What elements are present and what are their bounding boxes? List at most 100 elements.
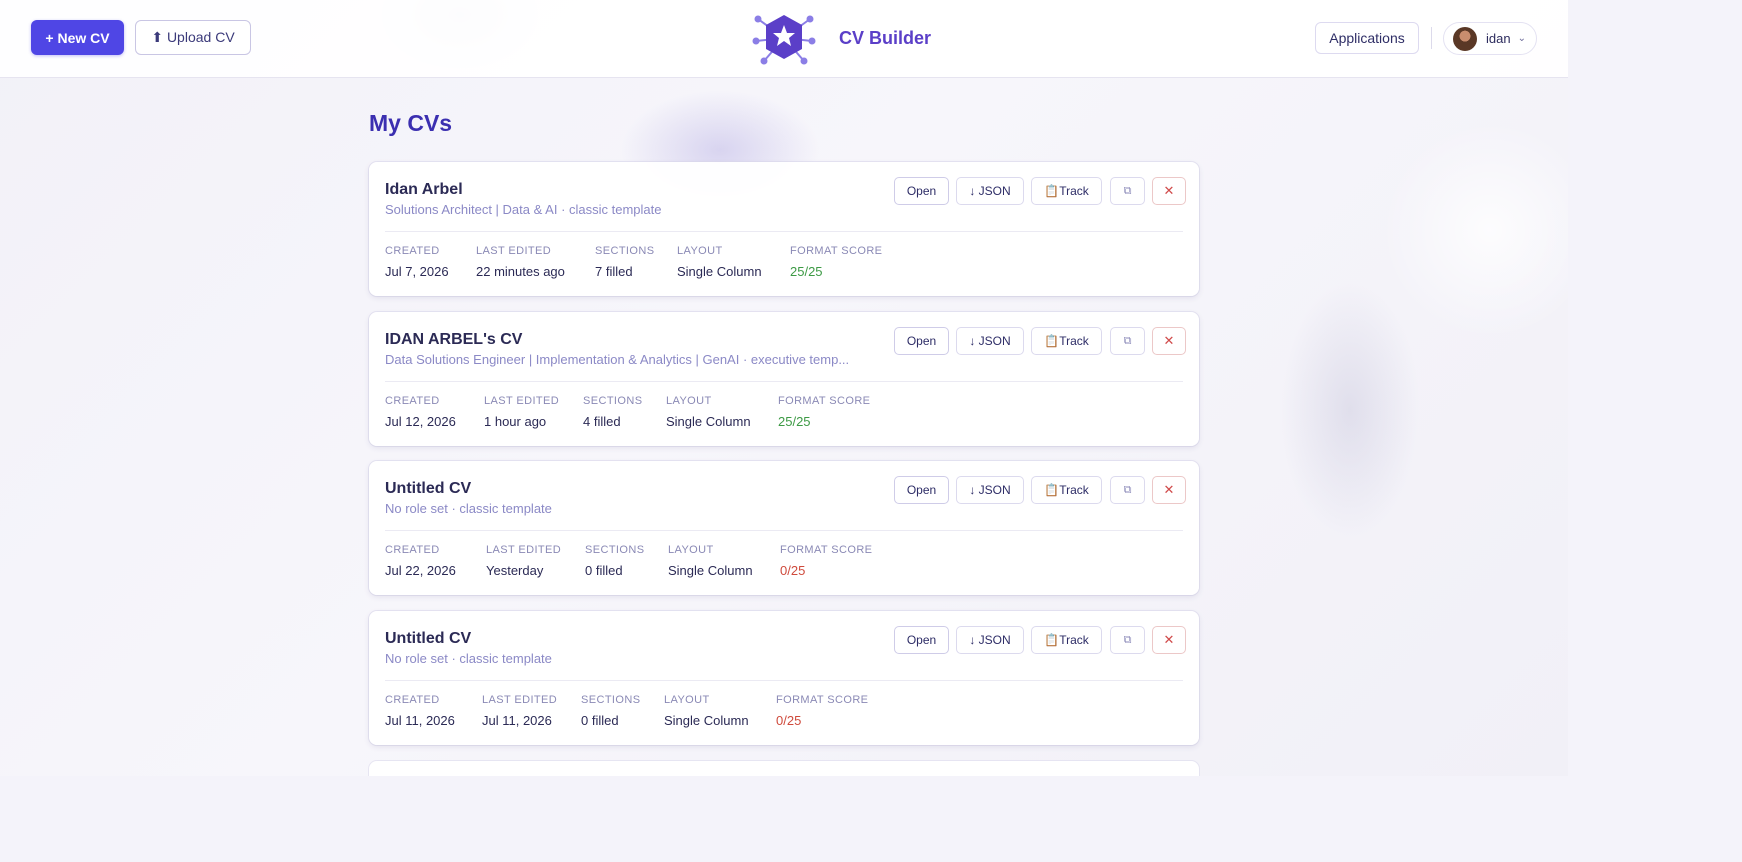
duplicate-icon[interactable]: ⧉ bbox=[1110, 177, 1145, 205]
meta-label: CREATED bbox=[385, 245, 440, 257]
download-json-button[interactable]: ↓ JSON bbox=[956, 177, 1024, 205]
meta-last-edited: LAST EDITED 1 hour ago bbox=[484, 395, 559, 429]
meta-label: LAYOUT bbox=[677, 245, 723, 257]
meta-label: FORMAT SCORE bbox=[776, 694, 869, 706]
meta-format-score: FORMAT SCORE 0/25 bbox=[776, 694, 868, 728]
download-json-button[interactable]: ↓ JSON bbox=[956, 327, 1024, 355]
download-json-button[interactable]: ↓ JSON bbox=[956, 476, 1024, 504]
format-score-value: 0/25 bbox=[776, 713, 802, 728]
cv-card[interactable]: Untitled CV No role set · classic templa… bbox=[369, 461, 1199, 595]
meta-sections: SECTIONS 0 filled bbox=[581, 694, 640, 728]
meta-label: LAYOUT bbox=[664, 694, 710, 706]
divider bbox=[385, 680, 1183, 681]
duplicate-icon[interactable]: ⧉ bbox=[1110, 626, 1145, 654]
meta-label: CREATED bbox=[385, 544, 440, 556]
duplicate-icon[interactable]: ⧉ bbox=[1110, 476, 1145, 504]
new-cv-button[interactable]: + New CV bbox=[31, 20, 124, 55]
meta-created: CREATED Jul 7, 2026 bbox=[385, 245, 449, 279]
top-bar: + New CV ⬆ Upload CV CV Builder Applicat… bbox=[0, 0, 1568, 78]
meta-label: SECTIONS bbox=[585, 544, 645, 556]
divider bbox=[385, 530, 1183, 531]
meta-sections: SECTIONS 0 filled bbox=[585, 544, 644, 578]
background-glow bbox=[1380, 120, 1568, 340]
background-glow bbox=[1280, 280, 1420, 540]
brand-name[interactable]: CV Builder bbox=[839, 28, 931, 49]
meta-value: 22 minutes ago bbox=[476, 264, 565, 279]
meta-created: CREATED Jul 12, 2026 bbox=[385, 395, 456, 429]
cv-card[interactable]: Untitled CV No role set · classic templa… bbox=[369, 611, 1199, 745]
app-viewport: + New CV ⬆ Upload CV CV Builder Applicat… bbox=[0, 0, 1568, 776]
cv-card[interactable]: Idan Arbel Solutions Architect | Data & … bbox=[369, 162, 1199, 296]
track-button[interactable]: 📋Track bbox=[1031, 327, 1102, 355]
track-button[interactable]: 📋Track bbox=[1031, 626, 1102, 654]
open-button[interactable]: Open bbox=[894, 626, 949, 654]
delete-icon[interactable]: ✕ bbox=[1152, 177, 1186, 205]
divider bbox=[385, 381, 1183, 382]
meta-value: Single Column bbox=[668, 563, 753, 578]
meta-layout: LAYOUT Single Column bbox=[668, 544, 753, 578]
track-button[interactable]: 📋Track bbox=[1031, 177, 1102, 205]
meta-sections: SECTIONS 7 filled bbox=[595, 245, 654, 279]
meta-last-edited: LAST EDITED 22 minutes ago bbox=[476, 245, 565, 279]
user-name: idan bbox=[1486, 31, 1511, 46]
meta-layout: LAYOUT Single Column bbox=[677, 245, 762, 279]
meta-value: Yesterday bbox=[486, 563, 544, 578]
meta-format-score: FORMAT SCORE 25/25 bbox=[778, 395, 870, 429]
meta-label: CREATED bbox=[385, 694, 440, 706]
meta-value: 0 filled bbox=[585, 563, 623, 578]
cv-subtitle: Solutions Architect | Data & AI · classi… bbox=[385, 202, 662, 217]
meta-label: LAYOUT bbox=[668, 544, 714, 556]
open-button[interactable]: Open bbox=[894, 327, 949, 355]
cv-title[interactable]: IDAN ARBEL's CV bbox=[385, 331, 522, 349]
format-score-value: 0/25 bbox=[780, 563, 806, 578]
header-divider bbox=[1431, 27, 1432, 49]
cv-title[interactable]: Untitled CV bbox=[385, 630, 471, 648]
meta-last-edited: LAST EDITED Jul 11, 2026 bbox=[482, 694, 557, 728]
cv-subtitle: Data Solutions Engineer | Implementation… bbox=[385, 352, 850, 367]
meta-label: FORMAT SCORE bbox=[790, 245, 883, 257]
cv-card[interactable]: IDAN ARBEL's CV Data Solutions Engineer … bbox=[369, 312, 1199, 446]
meta-format-score: FORMAT SCORE 25/25 bbox=[790, 245, 882, 279]
meta-label: LAYOUT bbox=[666, 395, 712, 407]
download-json-button[interactable]: ↓ JSON bbox=[956, 626, 1024, 654]
open-button[interactable]: Open bbox=[894, 177, 949, 205]
meta-label: SECTIONS bbox=[583, 395, 643, 407]
cv-title[interactable]: Idan Arbel bbox=[385, 181, 463, 199]
cv-builder-logo-icon bbox=[752, 15, 816, 65]
meta-last-edited: LAST EDITED Yesterday bbox=[486, 544, 561, 578]
meta-label: FORMAT SCORE bbox=[778, 395, 871, 407]
upload-cv-button[interactable]: ⬆ Upload CV bbox=[135, 20, 251, 55]
meta-value: 4 filled bbox=[583, 414, 621, 429]
meta-value: Single Column bbox=[677, 264, 762, 279]
meta-value: Jul 11, 2026 bbox=[385, 713, 455, 728]
track-button[interactable]: 📋Track bbox=[1031, 476, 1102, 504]
avatar bbox=[1453, 26, 1477, 51]
delete-icon[interactable]: ✕ bbox=[1152, 626, 1186, 654]
meta-value: Jul 11, 2026 bbox=[482, 713, 552, 728]
delete-icon[interactable]: ✕ bbox=[1152, 476, 1186, 504]
duplicate-icon[interactable]: ⧉ bbox=[1110, 327, 1145, 355]
meta-created: CREATED Jul 22, 2026 bbox=[385, 544, 456, 578]
meta-label: LAST EDITED bbox=[482, 694, 558, 706]
meta-label: FORMAT SCORE bbox=[780, 544, 873, 556]
meta-format-score: FORMAT SCORE 0/25 bbox=[780, 544, 872, 578]
cv-title[interactable]: Untitled CV bbox=[385, 480, 471, 498]
meta-label: LAST EDITED bbox=[484, 395, 560, 407]
meta-value: 0 filled bbox=[581, 713, 619, 728]
meta-label: CREATED bbox=[385, 395, 440, 407]
meta-label: LAST EDITED bbox=[486, 544, 562, 556]
meta-created: CREATED Jul 11, 2026 bbox=[385, 694, 455, 728]
user-menu[interactable]: idan ⌄ bbox=[1443, 22, 1537, 55]
applications-button[interactable]: Applications bbox=[1315, 22, 1419, 54]
meta-layout: LAYOUT Single Column bbox=[664, 694, 749, 728]
meta-label: SECTIONS bbox=[595, 245, 655, 257]
meta-layout: LAYOUT Single Column bbox=[666, 395, 751, 429]
delete-icon[interactable]: ✕ bbox=[1152, 327, 1186, 355]
format-score-value: 25/25 bbox=[778, 414, 811, 429]
meta-label: LAST EDITED bbox=[476, 245, 552, 257]
meta-sections: SECTIONS 4 filled bbox=[583, 395, 642, 429]
open-button[interactable]: Open bbox=[894, 476, 949, 504]
meta-value: 7 filled bbox=[595, 264, 633, 279]
meta-label: SECTIONS bbox=[581, 694, 641, 706]
cv-card[interactable] bbox=[369, 761, 1199, 776]
